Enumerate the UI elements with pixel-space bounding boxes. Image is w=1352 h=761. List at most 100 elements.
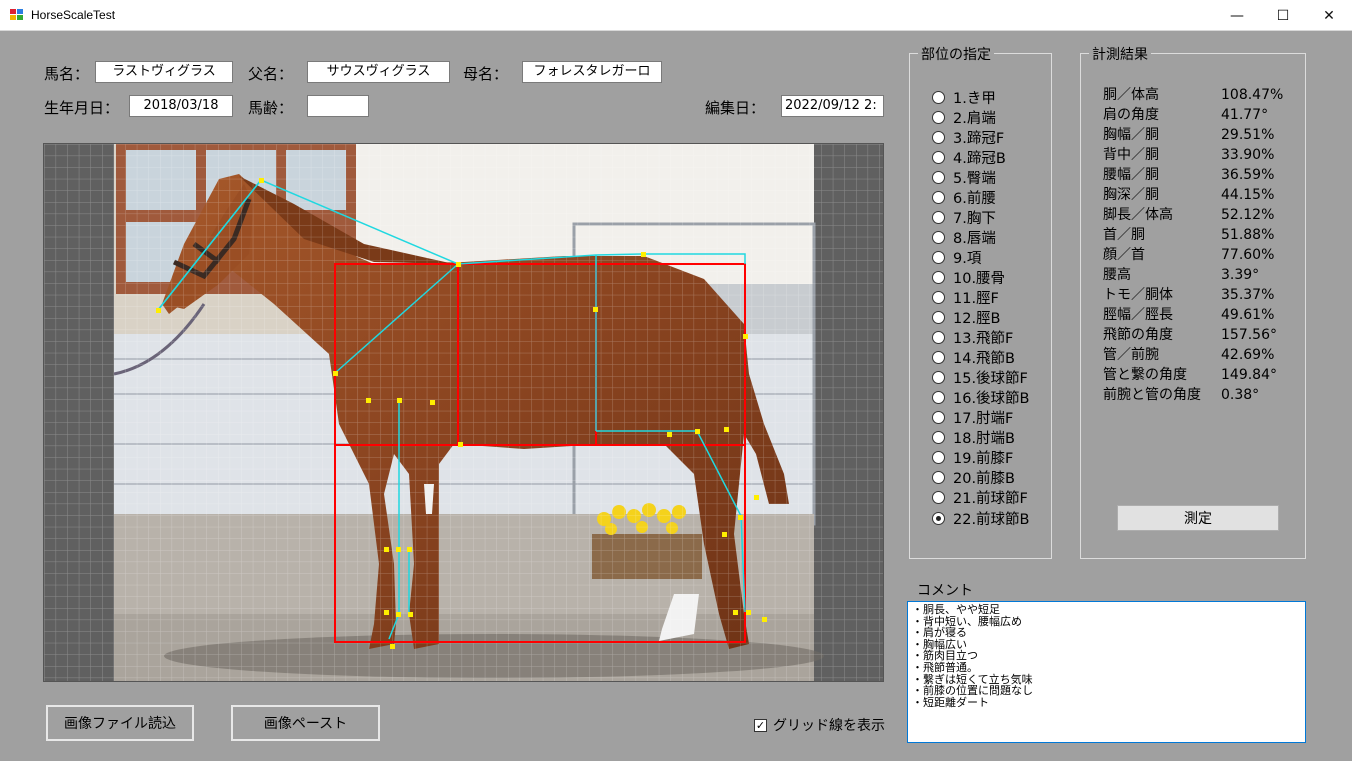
part-radio-label: 14.飛節B — [953, 351, 1016, 368]
part-radio-item[interactable]: 8.唇端 — [932, 227, 1030, 247]
part-radio-item[interactable]: 20.前膝B — [932, 468, 1030, 488]
part-radio-item[interactable]: 22.前球節B — [932, 508, 1030, 528]
radio-button[interactable] — [932, 270, 945, 284]
radio-button[interactable] — [932, 451, 945, 465]
part-radio-item[interactable]: 10.腰骨 — [932, 267, 1030, 287]
radio-button[interactable] — [932, 511, 945, 525]
results-list: 胴／体高 108.47% 肩の角度 41.77° 胸幅／胴 29.51% 背中／胴 33.90… — [1103, 85, 1283, 405]
part-radio-label: 13.飛節F — [953, 331, 1014, 348]
part-radio-item[interactable]: 12.脛B — [932, 308, 1030, 328]
part-radio-item[interactable]: 15.後球節F — [932, 368, 1030, 388]
result-name: 背中／胴 — [1103, 147, 1159, 163]
sire-label: 父名： — [248, 65, 294, 83]
result-name: 前腕と管の角度 — [1103, 387, 1201, 403]
part-radio-item[interactable]: 17.肘端F — [932, 408, 1030, 428]
part-radio-item[interactable]: 4.蹄冠B — [932, 147, 1030, 167]
result-name: 腰幅／胴 — [1103, 167, 1159, 183]
radio-button[interactable] — [932, 210, 945, 224]
part-radio-item[interactable]: 1.き甲 — [932, 87, 1030, 107]
radio-button[interactable] — [932, 351, 945, 365]
horse-image-canvas[interactable] — [43, 143, 884, 682]
part-radio-item[interactable]: 16.後球節B — [932, 388, 1030, 408]
part-radio-item[interactable]: 3.蹄冠F — [932, 127, 1030, 147]
result-value: 52.12% — [1221, 207, 1275, 223]
result-name: 肩の角度 — [1103, 107, 1159, 123]
radio-button[interactable] — [932, 150, 945, 164]
minimize-button[interactable]: — — [1214, 0, 1260, 31]
radio-button[interactable] — [932, 311, 945, 325]
radio-button[interactable] — [932, 110, 945, 124]
edit-date-label: 編集日： — [705, 99, 766, 117]
horse-name-label: 馬名： — [44, 65, 90, 83]
result-value: 49.61% — [1221, 307, 1275, 323]
paste-image-button[interactable]: 画像ペースト — [231, 705, 380, 741]
horse-name-field[interactable]: ラストヴィグラス — [95, 61, 233, 83]
radio-button[interactable] — [932, 411, 945, 425]
radio-button[interactable] — [932, 290, 945, 304]
result-value: 41.77° — [1221, 107, 1269, 123]
part-radio-item[interactable]: 13.飛節F — [932, 328, 1030, 348]
result-row: 脚長／体高 52.12% — [1103, 205, 1283, 225]
part-radio-item[interactable]: 6.前腰 — [932, 187, 1030, 207]
measure-button[interactable]: 測定 — [1117, 505, 1279, 531]
result-row: 背中／胴 33.90% — [1103, 145, 1283, 165]
comment-line: ・背中短い、腰幅広め — [912, 614, 1022, 628]
load-image-button[interactable]: 画像ファイル読込 — [46, 705, 194, 741]
part-radio-label: 8.唇端 — [953, 230, 996, 247]
grid-checkbox-box[interactable]: ✓ — [754, 718, 767, 732]
radio-button[interactable] — [932, 90, 945, 104]
radio-button[interactable] — [932, 431, 945, 445]
part-radio-label: 21.前球節F — [953, 491, 1028, 508]
radio-button[interactable] — [932, 130, 945, 144]
maximize-button[interactable]: ☐ — [1260, 0, 1306, 31]
radio-button[interactable] — [932, 230, 945, 244]
part-radio-item[interactable]: 5.臀端 — [932, 167, 1030, 187]
radio-button[interactable] — [932, 170, 945, 184]
part-radio-label: 4.蹄冠B — [953, 150, 1006, 167]
radio-button[interactable] — [932, 391, 945, 405]
close-button[interactable]: ✕ — [1306, 0, 1352, 31]
sire-field[interactable]: サウスヴィグラス — [307, 61, 450, 83]
radio-button[interactable] — [932, 190, 945, 204]
part-radio-label: 1.き甲 — [953, 90, 996, 107]
radio-button[interactable] — [932, 491, 945, 505]
result-row: 胸幅／胴 29.51% — [1103, 125, 1283, 145]
radio-button[interactable] — [932, 250, 945, 264]
radio-button[interactable] — [932, 371, 945, 385]
part-radio-item[interactable]: 14.飛節B — [932, 348, 1030, 368]
result-value: 77.60% — [1221, 247, 1275, 263]
part-radio-item[interactable]: 7.胸下 — [932, 207, 1030, 227]
result-row: 飛節の角度 157.56° — [1103, 325, 1283, 345]
dam-field[interactable]: フォレスタレガーロ — [522, 61, 662, 83]
grid-checkbox-label: グリッド線を表示 — [773, 718, 885, 734]
part-radio-item[interactable]: 18.肘端B — [932, 428, 1030, 448]
part-radio-label: 12.脛B — [953, 311, 1001, 328]
result-name: 胸幅／胴 — [1103, 127, 1159, 143]
part-radio-label: 19.前膝F — [953, 451, 1014, 468]
result-row: 管／前腕 42.69% — [1103, 345, 1283, 365]
comment-line: ・飛節普通。 — [912, 660, 978, 674]
result-row: 肩の角度 41.77° — [1103, 105, 1283, 125]
part-radio-item[interactable]: 19.前膝F — [932, 448, 1030, 468]
birthdate-field[interactable]: 2018/03/18 — [129, 95, 233, 117]
part-radio-item[interactable]: 9.項 — [932, 247, 1030, 267]
result-row: 顔／首 77.60% — [1103, 245, 1283, 265]
result-value: 36.59% — [1221, 167, 1275, 183]
comment-line: ・肩が寝る — [912, 626, 967, 640]
app-icon — [10, 9, 24, 21]
result-name: 管／前腕 — [1103, 347, 1159, 363]
age-field[interactable] — [307, 95, 369, 117]
comment-textarea[interactable]: ・胴長、やや短足 ・背中短い、腰幅広め ・肩が寝る ・胸幅広い ・筋肉目立つ ・飛節普通。… — [907, 601, 1306, 743]
result-name: 顔／首 — [1103, 247, 1145, 263]
part-radio-item[interactable]: 11.脛F — [932, 287, 1030, 307]
radio-button[interactable] — [932, 471, 945, 485]
result-value: 29.51% — [1221, 127, 1275, 143]
edit-date-field[interactable]: 2022/09/12 2: — [781, 95, 884, 117]
result-value: 3.39° — [1221, 267, 1260, 283]
radio-button[interactable] — [932, 331, 945, 345]
grid-checkbox[interactable]: ✓ グリッド線を表示 — [754, 715, 885, 735]
part-radio-item[interactable]: 21.前球節F — [932, 488, 1030, 508]
part-radio-item[interactable]: 2.肩端 — [932, 107, 1030, 127]
part-radio-label: 6.前腰 — [953, 190, 996, 207]
result-value: 42.69% — [1221, 347, 1275, 363]
